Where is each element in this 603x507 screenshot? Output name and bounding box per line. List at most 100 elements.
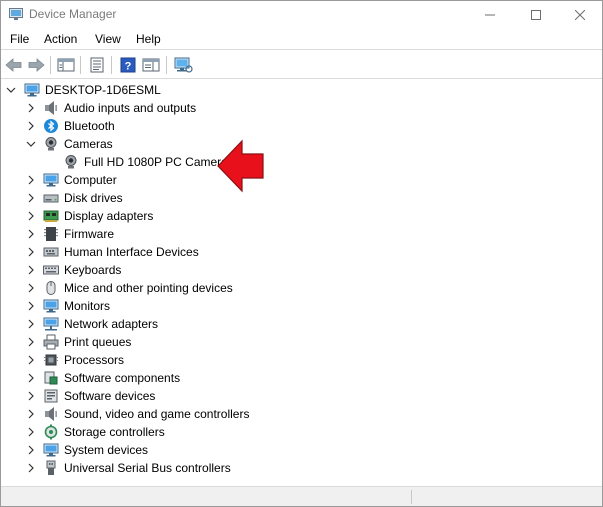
- help-icon: ?: [120, 57, 136, 73]
- expand-chevron-icon[interactable]: [25, 101, 37, 115]
- maximize-button[interactable]: [513, 1, 559, 28]
- red-arrow-pointer-icon: [216, 137, 266, 197]
- maximize-icon: [531, 9, 541, 20]
- tree-category-software-devices[interactable]: Software devices: [1, 387, 602, 405]
- storage-controller-icon: [43, 424, 59, 440]
- status-divider: [411, 490, 412, 504]
- expand-chevron-icon[interactable]: [25, 389, 37, 403]
- expand-chevron-icon[interactable]: [25, 227, 37, 241]
- software-device-icon: [43, 388, 59, 404]
- camera-icon: [43, 136, 59, 152]
- computer-icon: [24, 82, 40, 98]
- tree-category-bluetooth[interactable]: Bluetooth: [1, 117, 602, 135]
- tree-category-cameras[interactable]: Cameras: [1, 135, 602, 153]
- back-arrow-icon: [5, 58, 22, 72]
- expand-chevron-icon[interactable]: [25, 317, 37, 331]
- properties-button[interactable]: [87, 55, 107, 75]
- toolbar: ?: [1, 51, 602, 79]
- menu-file[interactable]: File: [10, 32, 29, 46]
- software-component-icon: [43, 370, 59, 386]
- device-manager-app-icon: [9, 8, 23, 21]
- show-hide-console-tree-button[interactable]: [56, 55, 76, 75]
- collapse-chevron-icon[interactable]: [5, 83, 17, 97]
- tree-item-label: Firmware: [64, 227, 114, 241]
- tree-item-label: Display adapters: [64, 209, 154, 223]
- expand-chevron-icon[interactable]: [25, 281, 37, 295]
- device-manager-window: Device Manager File Action View Help ? D…: [0, 0, 603, 507]
- tree-category-storage-controllers[interactable]: Storage controllers: [1, 423, 602, 441]
- tree-category-print-queues[interactable]: Print queues: [1, 333, 602, 351]
- minimize-icon: [485, 14, 495, 15]
- menu-action[interactable]: Action: [44, 32, 77, 46]
- status-bar: [1, 486, 602, 506]
- expand-chevron-icon[interactable]: [25, 335, 37, 349]
- back-button[interactable]: [4, 55, 24, 75]
- tree-root[interactable]: DESKTOP-1D6ESML: [1, 81, 602, 99]
- expand-chevron-icon[interactable]: [25, 119, 37, 133]
- close-button[interactable]: [557, 1, 603, 28]
- tree-category-monitors[interactable]: Monitors: [1, 297, 602, 315]
- tree-item-label: Computer: [64, 173, 117, 187]
- action-pane-button[interactable]: [141, 55, 161, 75]
- expand-chevron-icon[interactable]: [25, 371, 37, 385]
- forward-button[interactable]: [26, 55, 46, 75]
- window-title: Device Manager: [29, 7, 117, 21]
- expand-chevron-icon[interactable]: [25, 407, 37, 421]
- expand-chevron-icon[interactable]: [25, 299, 37, 313]
- expand-chevron-icon[interactable]: [25, 263, 37, 277]
- disk-drive-icon: [43, 190, 59, 206]
- svg-text:?: ?: [125, 61, 132, 73]
- tree-item-label: Processors: [64, 353, 125, 367]
- tree-category-universal-serial-bus-controllers[interactable]: Universal Serial Bus controllers: [1, 459, 602, 477]
- tree-item-label: Keyboards: [64, 263, 122, 277]
- expand-chevron-icon[interactable]: [25, 245, 37, 259]
- tree-root-label: DESKTOP-1D6ESML: [45, 83, 161, 97]
- firmware-icon: [43, 226, 59, 242]
- tree-category-computer[interactable]: Computer: [1, 171, 602, 189]
- tree-category-system-devices[interactable]: System devices: [1, 441, 602, 459]
- scan-hardware-button[interactable]: [173, 55, 193, 75]
- help-button[interactable]: ?: [118, 55, 138, 75]
- title-bar[interactable]: Device Manager: [1, 1, 602, 28]
- show-hide-console-tree-icon: [57, 58, 75, 72]
- tree-category-disk-drives[interactable]: Disk drives: [1, 189, 602, 207]
- expand-chevron-icon[interactable]: [25, 443, 37, 457]
- tree-device-full-hd-1080p-pc-camera[interactable]: Full HD 1080P PC Camera: [1, 153, 602, 171]
- tree-item-label: Human Interface Devices: [64, 245, 199, 259]
- tree-category-software-components[interactable]: Software components: [1, 369, 602, 387]
- expand-chevron-icon[interactable]: [25, 425, 37, 439]
- tree-category-human-interface-devices[interactable]: Human Interface Devices: [1, 243, 602, 261]
- expand-chevron-icon[interactable]: [25, 353, 37, 367]
- tree-item-label: Network adapters: [64, 317, 159, 331]
- minimize-button[interactable]: [467, 1, 513, 28]
- toolbar-separator: [50, 56, 51, 74]
- network-adapter-icon: [43, 316, 59, 332]
- tree-category-audio-inputs-and-outputs[interactable]: Audio inputs and outputs: [1, 99, 602, 117]
- computer-icon: [43, 172, 59, 188]
- tree-category-keyboards[interactable]: Keyboards: [1, 261, 602, 279]
- tree-category-display-adapters[interactable]: Display adapters: [1, 207, 602, 225]
- tree-item-label: Disk drives: [64, 191, 123, 205]
- menu-view[interactable]: View: [95, 32, 121, 46]
- tree-category-network-adapters[interactable]: Network adapters: [1, 315, 602, 333]
- tree-category-sound-video-and-game-controllers[interactable]: Sound, video and game controllers: [1, 405, 602, 423]
- bluetooth-icon: [43, 118, 59, 134]
- tree-item-label: Sound, video and game controllers: [64, 407, 250, 421]
- scan-hardware-icon: [174, 57, 193, 73]
- toolbar-separator: [111, 56, 112, 74]
- tree-category-mice-and-other-pointing-devices[interactable]: Mice and other pointing devices: [1, 279, 602, 297]
- action-pane-icon: [142, 58, 160, 72]
- tree-category-processors[interactable]: Processors: [1, 351, 602, 369]
- tree-item-label: Print queues: [64, 335, 132, 349]
- tree-item-label: Mice and other pointing devices: [64, 281, 233, 295]
- menu-help[interactable]: Help: [136, 32, 161, 46]
- tree-item-label: Audio inputs and outputs: [64, 101, 197, 115]
- expand-chevron-icon[interactable]: [25, 461, 37, 475]
- collapse-chevron-icon[interactable]: [25, 137, 37, 151]
- tree-category-firmware[interactable]: Firmware: [1, 225, 602, 243]
- system-device-icon: [43, 442, 59, 458]
- expand-chevron-icon[interactable]: [25, 191, 37, 205]
- expand-chevron-icon[interactable]: [25, 209, 37, 223]
- tree-item-label: Universal Serial Bus controllers: [64, 461, 231, 475]
- expand-chevron-icon[interactable]: [25, 173, 37, 187]
